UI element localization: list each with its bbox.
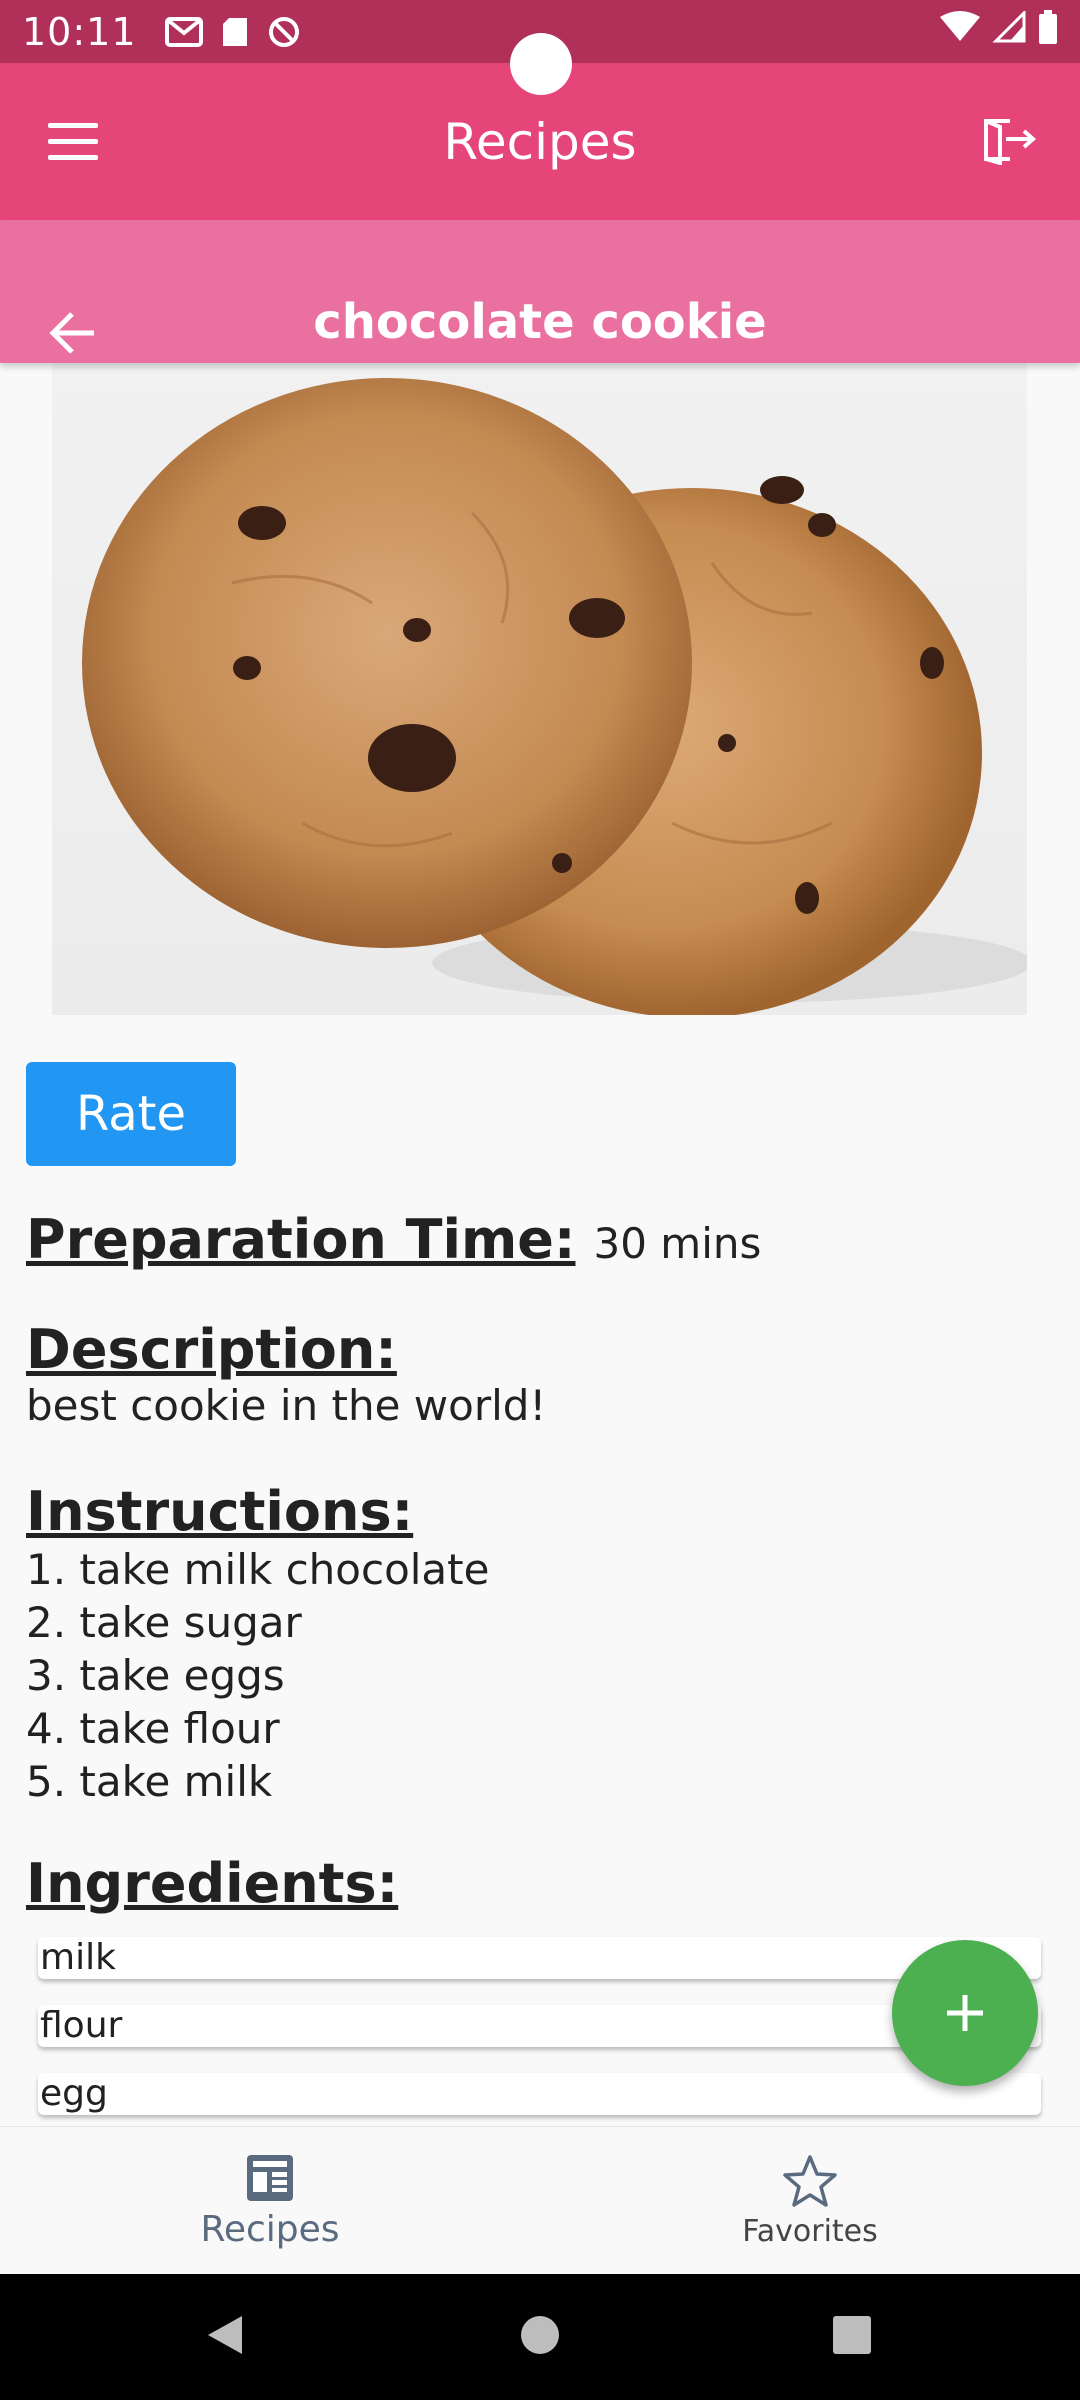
- preparation-time-row: Preparation Time: 30 mins: [26, 1208, 761, 1271]
- system-navigation-bar: [0, 2274, 1080, 2400]
- preparation-time-label: Preparation Time:: [26, 1208, 576, 1271]
- tab-recipes-label: Recipes: [200, 2208, 340, 2250]
- ingredient-item[interactable]: milk: [38, 1937, 1041, 1979]
- ingredient-item[interactable]: flour: [38, 2005, 1041, 2047]
- recipe-title: chocolate cookie: [313, 294, 767, 350]
- tab-favorites-label: Favorites: [742, 2213, 878, 2249]
- instruction-item: 3. take eggs: [26, 1651, 285, 1700]
- wifi-icon: [940, 11, 980, 41]
- instructions-label: Instructions:: [26, 1480, 414, 1543]
- recipe-image: [52, 363, 1027, 1015]
- star-icon: [783, 2154, 837, 2207]
- description-label: Description:: [26, 1318, 397, 1381]
- blocked-icon: [268, 16, 299, 47]
- preparation-time-value: 30 mins: [593, 1219, 762, 1268]
- signal-icon: [992, 11, 1026, 43]
- add-ingredient-button[interactable]: [892, 1940, 1038, 2086]
- status-time: 10:11: [22, 9, 137, 54]
- description-text: best cookie in the world!: [26, 1381, 547, 1430]
- tab-recipes[interactable]: Recipes: [0, 2127, 540, 2275]
- camera-cutout: [510, 33, 572, 95]
- notification-icons: [164, 15, 301, 49]
- bottom-navigation: Recipes Favorites: [0, 2126, 1080, 2274]
- cookie-illustration: [82, 378, 1027, 1015]
- recipe-title-bar: chocolate cookie: [0, 220, 1080, 363]
- instruction-item: 2. take sugar: [26, 1598, 302, 1647]
- instructions-section: Instructions: 1. take milk chocolate 2. …: [26, 1480, 489, 1808]
- rate-button[interactable]: Rate: [26, 1062, 236, 1166]
- ingredient-item[interactable]: egg: [38, 2073, 1041, 2115]
- ingredients-section: Ingredients:: [26, 1852, 398, 1915]
- battery-icon: [1039, 10, 1057, 44]
- add-icon: [947, 1995, 983, 2031]
- tab-favorites[interactable]: Favorites: [540, 2127, 1080, 2275]
- ingredients-label: Ingredients:: [26, 1852, 399, 1915]
- instruction-item: 1. take milk chocolate: [26, 1545, 490, 1594]
- sd-card-icon: [222, 17, 247, 46]
- instruction-item: 4. take flour: [26, 1704, 280, 1753]
- recipes-tab-icon: [247, 2154, 293, 2201]
- app-title: Recipes: [443, 113, 637, 171]
- nav-home-icon[interactable]: [518, 2312, 562, 2358]
- nav-back-icon[interactable]: [202, 2312, 246, 2358]
- system-status-icons: [940, 10, 1058, 44]
- instruction-item: 5. take milk: [26, 1757, 273, 1806]
- gmail-icon: [164, 16, 203, 47]
- instructions-list: 1. take milk chocolate 2. take sugar 3. …: [26, 1543, 489, 1808]
- nav-recents-icon[interactable]: [830, 2312, 874, 2358]
- logout-icon[interactable]: [980, 115, 1040, 165]
- description-section: Description: best cookie in the world!: [26, 1318, 546, 1430]
